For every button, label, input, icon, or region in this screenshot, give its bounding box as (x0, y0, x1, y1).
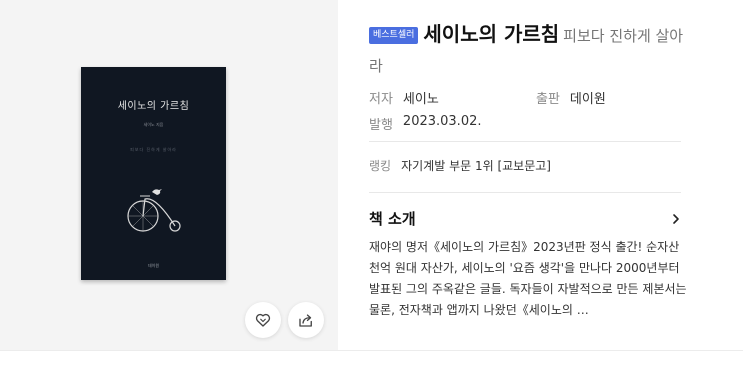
cover-tagline: 피보다 진하게 살아라 (130, 147, 177, 152)
bottom-divider (0, 350, 743, 351)
author-publisher-row: 저자 세이노 출판 데이원 (369, 88, 606, 107)
cover-publisher: 데이원 (147, 263, 160, 268)
ranking-row: 랭킹 자기계발 부문 1위 [교보문고] (369, 157, 551, 174)
bestseller-badge: 베스트셀러 (369, 27, 419, 44)
divider (369, 141, 681, 142)
book-intro-title: 책 소개 (369, 210, 416, 228)
publisher-label: 출판 (536, 92, 560, 107)
like-button[interactable] (245, 302, 281, 338)
title-block: 베스트셀러 세이노의 가르침 피보다 진하게 살아라 (369, 19, 687, 81)
chevron-right-icon[interactable] (671, 213, 681, 225)
publisher-link[interactable]: 데이원 (570, 88, 606, 107)
publish-date-row: 발행 2023.03.02. (369, 114, 482, 133)
book-cover[interactable]: 세이노의 가르침 세이노 지음 피보다 진하게 살아라 데이원 (81, 67, 226, 280)
book-title: 세이노의 가르침 (423, 22, 560, 46)
ranking-value: 자기계발 부문 1위 [교보문고] (401, 159, 551, 173)
share-button[interactable] (288, 302, 324, 338)
ranking-label: 랭킹 (369, 159, 392, 173)
publish-date: 2023.03.02. (402, 114, 482, 129)
book-intro-header[interactable]: 책 소개 (369, 208, 681, 229)
book-intro-text: 재야의 명저《세이노의 가르침》2023년판 정식 출간! 순자산 천억 원대 … (369, 240, 687, 317)
author-link[interactable]: 세이노 (403, 88, 439, 107)
divider (369, 192, 681, 193)
share-icon (299, 314, 312, 327)
author-label: 저자 (369, 92, 393, 107)
cover-title: 세이노의 가르침 (117, 101, 190, 112)
publisher-group: 출판 데이원 (536, 88, 606, 107)
publish-date-label: 발행 (369, 118, 393, 133)
penny-farthing-illustration (127, 189, 181, 232)
book-image-panel: 세이노의 가르침 세이노 지음 피보다 진하게 살아라 데이원 (0, 0, 338, 350)
cover-author: 세이노 지음 (143, 122, 164, 127)
heart-icon (255, 313, 271, 327)
